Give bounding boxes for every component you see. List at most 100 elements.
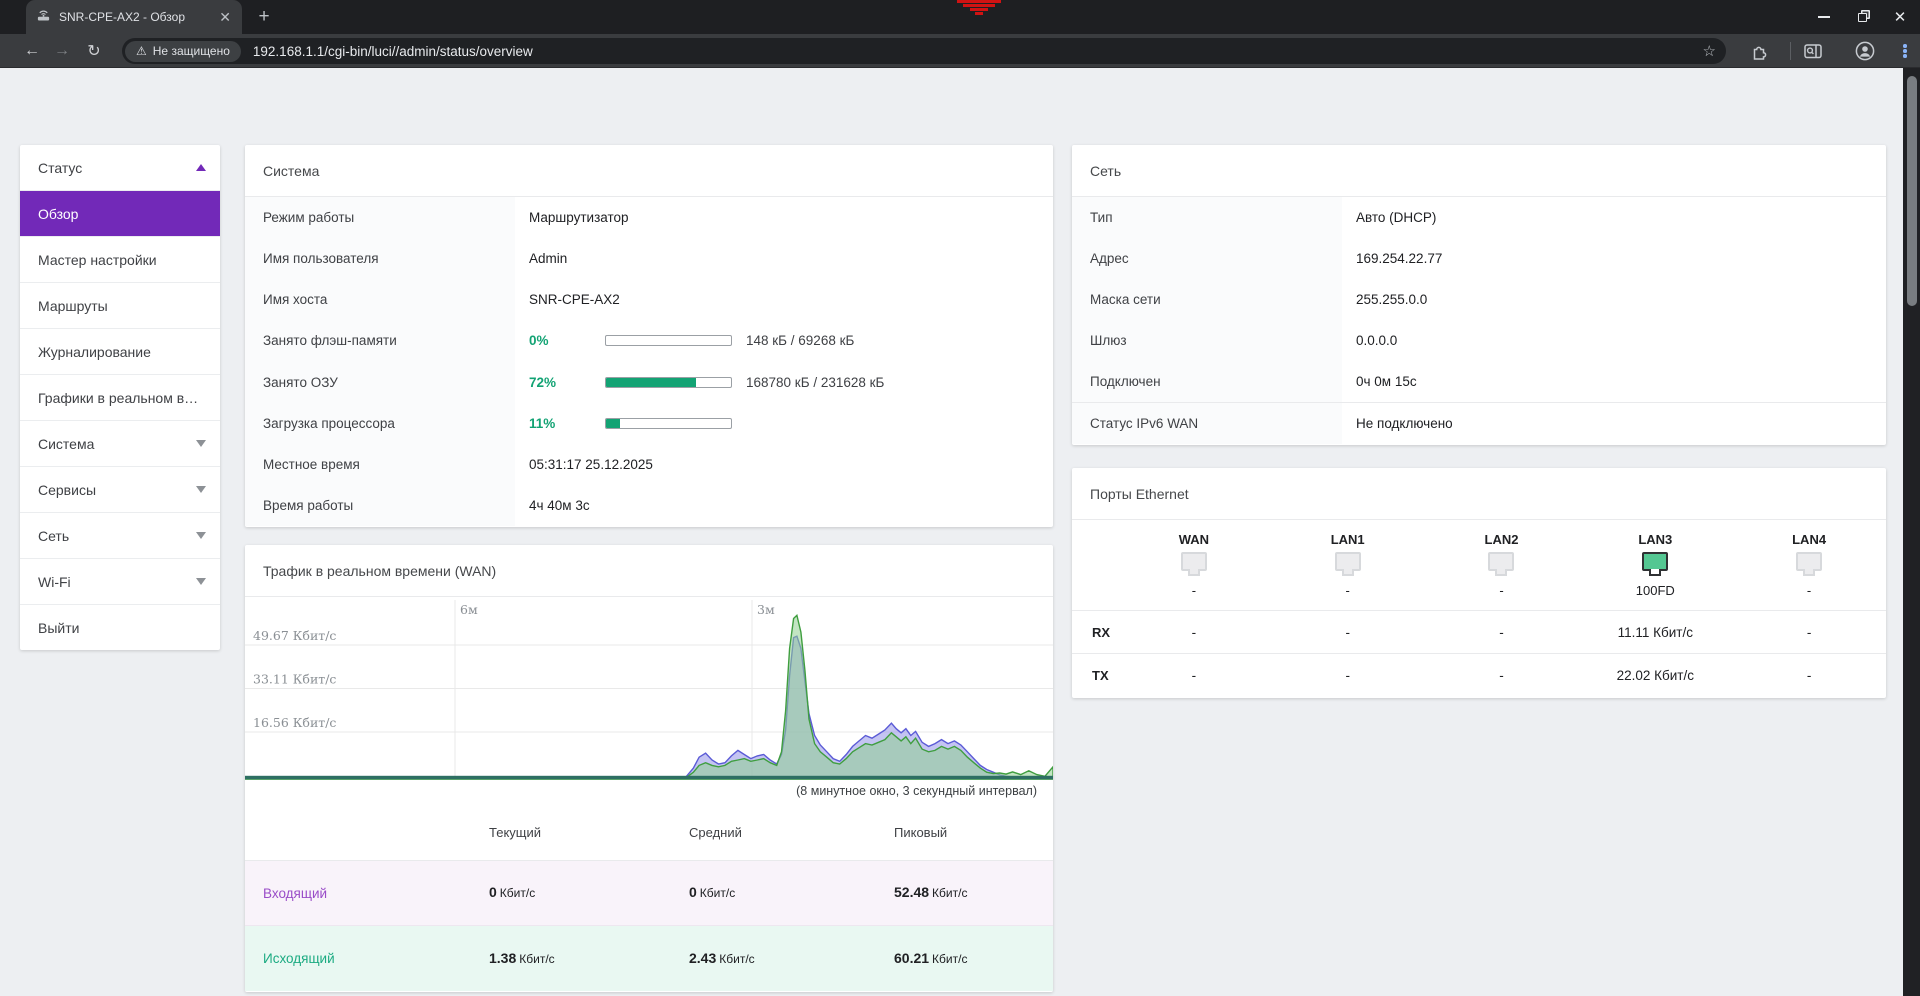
network-card: Сеть Тип Авто (DHCP) Адрес 169.254.22.77… bbox=[1072, 145, 1886, 445]
ram-percent: 72% bbox=[529, 375, 605, 390]
sidebar-item-logging[interactable]: Журналирование bbox=[20, 329, 220, 375]
sidebar-item-status[interactable]: Статус bbox=[20, 145, 220, 191]
header-average: Средний bbox=[689, 825, 894, 840]
scrollbar-thumb[interactable] bbox=[1907, 76, 1917, 306]
system-row-flash: Занято флэш-памяти 0% 148 кБ / 69268 кБ bbox=[245, 320, 1053, 361]
ethernet-port-icon bbox=[1488, 552, 1514, 571]
system-row-ram: Занято ОЗУ 72% 168780 кБ / 231628 кБ bbox=[245, 362, 1053, 403]
sidebar-item-realtime-graphs[interactable]: Графики в реальном в… bbox=[20, 375, 220, 421]
router-favicon-icon bbox=[36, 7, 51, 27]
sidebar-item-network[interactable]: Сеть bbox=[20, 513, 220, 559]
ytick-33: 33.11 Кбит/с bbox=[253, 672, 336, 687]
network-card-title: Сеть bbox=[1072, 145, 1886, 197]
system-row-user: Имя пользователя Admin bbox=[245, 238, 1053, 279]
network-row-type: Тип Авто (DHCP) bbox=[1072, 197, 1886, 238]
window-close-button[interactable]: ✕ bbox=[1882, 0, 1918, 34]
window-minimize-button[interactable] bbox=[1806, 0, 1842, 34]
port-wan: WAN - bbox=[1117, 520, 1271, 610]
sidebar-item-wizard[interactable]: Мастер настройки bbox=[20, 237, 220, 283]
chevron-down-icon bbox=[196, 578, 206, 585]
port-lan2: LAN2 - bbox=[1425, 520, 1579, 610]
ethernet-port-icon bbox=[1335, 552, 1361, 571]
bookmark-star-icon[interactable]: ☆ bbox=[1703, 42, 1716, 60]
network-row-ipv6-status: Статус IPv6 WAN Не подключено bbox=[1072, 402, 1886, 444]
network-row-netmask: Маска сети 255.255.0.0 bbox=[1072, 279, 1886, 320]
xtick-6m: 6м bbox=[460, 602, 478, 617]
extensions-icon[interactable] bbox=[1748, 41, 1770, 61]
forward-icon[interactable]: → bbox=[48, 34, 76, 68]
traffic-chart: 49.67 Кбит/с 33.11 Кбит/с 16.56 Кбит/с 6… bbox=[245, 600, 1053, 782]
flash-percent: 0% bbox=[529, 333, 605, 348]
ports-tx-row: TX - - - 22.02 Кбит/с - bbox=[1072, 653, 1886, 696]
system-row-uptime: Время работы 4ч 40м 3с bbox=[245, 485, 1053, 526]
header-current: Текущий bbox=[489, 825, 689, 840]
network-row-address: Адрес 169.254.22.77 bbox=[1072, 238, 1886, 279]
sidebar-item-wifi[interactable]: Wi-Fi bbox=[20, 559, 220, 605]
sidebar-item-overview[interactable]: Обзор bbox=[20, 191, 220, 237]
system-row-mode: Режим работы Маршрутизатор bbox=[245, 197, 1053, 238]
back-icon[interactable]: ← bbox=[18, 34, 46, 68]
port-lan4: LAN4 - bbox=[1732, 520, 1886, 610]
system-row-hostname: Имя хоста SNR-CPE-AX2 bbox=[245, 279, 1053, 320]
url-text: 192.168.1.1/cgi-bin/luci//admin/status/o… bbox=[253, 44, 533, 59]
toolbar-divider bbox=[1790, 42, 1791, 60]
chart-series-layer bbox=[245, 615, 1053, 779]
ports-rx-row: RX - - - 11.11 Кбит/с - bbox=[1072, 610, 1886, 653]
sidebar-item-logout[interactable]: Выйти bbox=[20, 605, 220, 650]
ram-progress-bar bbox=[605, 377, 732, 388]
port-lan1: LAN1 - bbox=[1271, 520, 1425, 610]
traffic-card-title: Трафик в реальном времени (WAN) bbox=[245, 545, 1053, 597]
reload-icon[interactable]: ↻ bbox=[80, 34, 108, 68]
traffic-table-header: Текущий Средний Пиковый bbox=[245, 804, 1053, 861]
screen-share-indicator bbox=[956, 0, 1002, 16]
system-card: Система Режим работы Маршрутизатор Имя п… bbox=[245, 145, 1053, 527]
port-lan3: LAN3 100FD bbox=[1578, 520, 1732, 610]
page-background: SNR Автообновление включено Выйти Статус… bbox=[0, 68, 1920, 996]
chevron-down-icon bbox=[196, 532, 206, 539]
ports-card-title: Порты Ethernet bbox=[1072, 468, 1886, 520]
system-row-cpu: Загрузка процессора 11% bbox=[245, 403, 1053, 444]
browser-menu-icon[interactable] bbox=[1894, 41, 1916, 61]
ytick-49: 49.67 Кбит/с bbox=[253, 628, 336, 643]
traffic-card: Трафик в реальном времени (WAN) 49.67 Кб… bbox=[245, 545, 1053, 992]
flash-detail: 148 кБ / 69268 кБ bbox=[746, 333, 854, 348]
browser-toolbar: ← → ↻ ⚠ Не защищено 192.168.1.1/cgi-bin/… bbox=[0, 34, 1920, 68]
flash-progress-bar bbox=[605, 335, 732, 346]
cpu-percent: 11% bbox=[529, 416, 605, 431]
ports-header-row: WAN - LAN1 - LAN2 - LAN3 100FD bbox=[1072, 520, 1886, 610]
address-bar[interactable]: ⚠ Не защищено 192.168.1.1/cgi-bin/luci//… bbox=[122, 38, 1726, 64]
tab-title: SNR-CPE-AX2 - Обзор bbox=[59, 10, 216, 24]
chevron-down-icon bbox=[196, 440, 206, 447]
system-row-localtime: Местное время 05:31:17 25.12.2025 bbox=[245, 444, 1053, 485]
browser-tab-strip: SNR-CPE-AX2 - Обзор ✕ + ✕ bbox=[0, 0, 1920, 34]
warning-icon: ⚠ bbox=[136, 44, 147, 58]
profile-avatar-icon[interactable] bbox=[1854, 41, 1876, 61]
chevron-up-icon bbox=[196, 164, 206, 171]
ethernet-ports-card: Порты Ethernet WAN - LAN1 - LAN2 - bbox=[1072, 468, 1886, 698]
traffic-row-inbound: Входящий 0Кбит/с 0Кбит/с 52.48Кбит/с bbox=[245, 861, 1053, 926]
tab-close-icon[interactable]: ✕ bbox=[216, 10, 234, 24]
sidebar-item-system[interactable]: Система bbox=[20, 421, 220, 467]
chevron-down-icon bbox=[196, 486, 206, 493]
network-row-gateway: Шлюз 0.0.0.0 bbox=[1072, 320, 1886, 361]
header-peak: Пиковый bbox=[894, 825, 1053, 840]
ytick-16: 16.56 Кбит/с bbox=[253, 715, 336, 730]
traffic-row-outbound: Исходящий 1.38Кбит/с 2.43Кбит/с 60.21Кби… bbox=[245, 926, 1053, 991]
page-scrollbar[interactable] bbox=[1903, 68, 1920, 996]
window-restore-button[interactable] bbox=[1844, 0, 1880, 34]
chart-caption: (8 минутное окно, 3 секундный интервал) bbox=[245, 782, 1053, 804]
sidebar: Статус Обзор Мастер настройки Маршруты Ж… bbox=[20, 145, 220, 650]
browser-tab[interactable]: SNR-CPE-AX2 - Обзор ✕ bbox=[26, 0, 242, 34]
network-row-connected: Подключен 0ч 0м 15с bbox=[1072, 361, 1886, 402]
security-chip[interactable]: ⚠ Не защищено bbox=[125, 41, 241, 62]
new-tab-button[interactable]: + bbox=[252, 6, 276, 30]
side-panel-search-icon[interactable] bbox=[1802, 41, 1824, 61]
security-label: Не защищено bbox=[153, 44, 230, 58]
chart-zero-line bbox=[245, 776, 1053, 779]
ethernet-port-icon bbox=[1796, 552, 1822, 571]
sidebar-item-services[interactable]: Сервисы bbox=[20, 467, 220, 513]
cpu-progress-bar bbox=[605, 418, 732, 429]
sidebar-item-routes[interactable]: Маршруты bbox=[20, 283, 220, 329]
ethernet-port-icon bbox=[1181, 552, 1207, 571]
ethernet-port-icon bbox=[1642, 552, 1668, 571]
